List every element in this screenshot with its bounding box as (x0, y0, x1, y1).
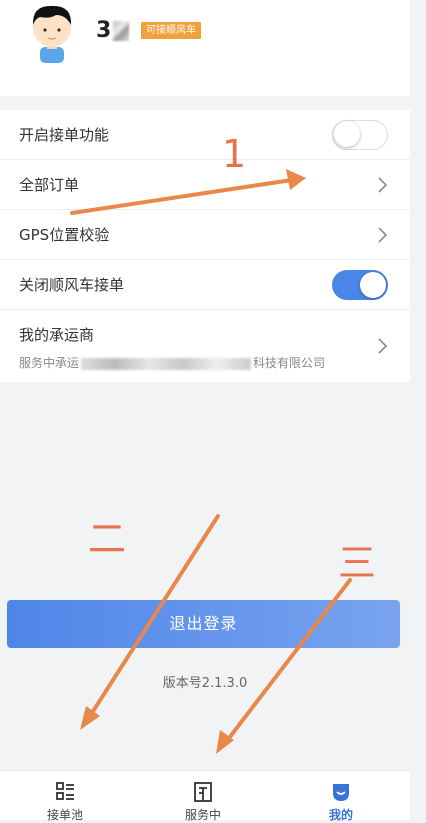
avatar[interactable] (26, 3, 78, 63)
close-carpool-toggle[interactable] (332, 270, 388, 300)
annotation-label-one: 1 (222, 132, 247, 176)
menu-row-gps-check[interactable]: GPS位置校验 (0, 210, 410, 260)
chevron-right-icon (378, 177, 388, 193)
toggle-knob (360, 272, 386, 298)
tab-order-pool[interactable]: 接单池 (5, 771, 125, 822)
menu-row-close-carpool[interactable]: 关闭顺风车接单 (0, 260, 410, 310)
annotation-label-three: 三 (338, 541, 377, 585)
carrier-prefix: 服务中承运 (19, 356, 80, 370)
enable-orders-toggle[interactable] (332, 120, 388, 150)
username: 3 (96, 18, 130, 43)
tab-label: 接单池 (46, 808, 83, 822)
in-service-icon (194, 782, 212, 802)
version-label: 版本号2.1.3.0 (162, 676, 248, 691)
tab-label: 我的 (328, 808, 353, 822)
settings-menu: 开启接单功能 全部订单 GPS位置校验 关闭顺风车接单 我的承运商 服务中承运 科… (0, 110, 410, 382)
tab-mine[interactable]: 我的 (281, 771, 401, 822)
menu-row-label: 开启接单功能 (19, 126, 110, 144)
menu-row-label: 我的承运商 (19, 326, 95, 344)
mine-face-icon (333, 784, 349, 801)
toggle-knob (334, 121, 360, 147)
menu-row-all-orders[interactable]: 全部订单 (0, 160, 410, 210)
profile-header: 3 可接顺风车 (0, 0, 410, 96)
carpool-status-badge: 可接顺风车 (141, 22, 201, 39)
menu-row-my-carrier[interactable]: 我的承运商 服务中承运 科技有限公司 (0, 310, 410, 382)
username-redacted (113, 21, 130, 41)
order-pool-icon (56, 782, 74, 800)
tab-in-service[interactable]: 服务中 (143, 771, 263, 822)
annotation-label-two: 二 (88, 517, 127, 561)
carrier-name: 服务中承运 科技有限公司 (19, 354, 325, 371)
menu-row-label: 全部订单 (19, 176, 80, 194)
carrier-redacted (81, 357, 252, 370)
chevron-right-icon (378, 227, 388, 243)
username-text: 3 (96, 18, 112, 43)
carrier-suffix: 科技有限公司 (253, 356, 326, 370)
chevron-right-icon (378, 338, 388, 354)
menu-row-enable-orders[interactable]: 开启接单功能 (0, 110, 410, 160)
menu-row-label: GPS位置校验 (19, 226, 110, 244)
logout-button[interactable]: 退出登录 (7, 600, 400, 648)
menu-row-label: 关闭顺风车接单 (19, 276, 125, 294)
bottom-tab-bar: 接单池 服务中 我的 (0, 770, 410, 822)
tab-label: 服务中 (184, 808, 221, 822)
